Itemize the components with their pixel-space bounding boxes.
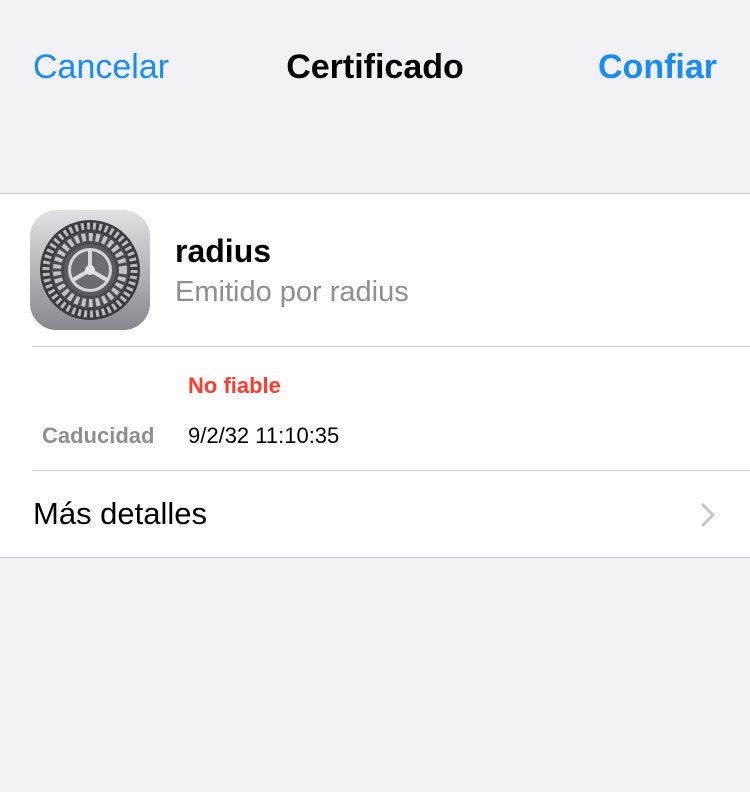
certificate-card: radius Emitido por radius No fiable Cadu…	[0, 193, 750, 558]
chevron-right-icon	[701, 503, 715, 527]
more-details-row[interactable]: Más detalles	[0, 471, 750, 558]
certificate-issuer: Emitido por radius	[175, 276, 409, 308]
trust-button[interactable]: Confiar	[598, 46, 717, 88]
more-details-label: Más detalles	[33, 496, 208, 531]
expiry-value: 9/2/32 11:10:35	[188, 423, 340, 448]
divider	[32, 346, 750, 347]
certificate-name: radius	[175, 233, 272, 269]
trust-status-badge: No fiable	[188, 373, 281, 398]
expiry-label: Caducidad	[42, 423, 155, 448]
navigation-bar: Cancelar Certificado Confiar	[0, 0, 750, 134]
settings-gear-icon	[30, 210, 150, 330]
